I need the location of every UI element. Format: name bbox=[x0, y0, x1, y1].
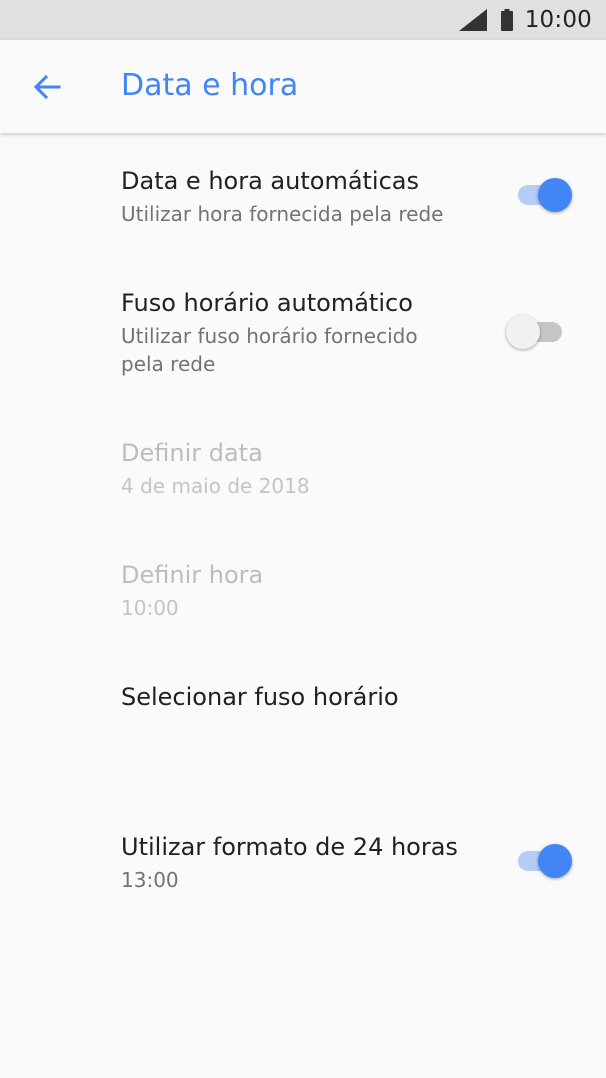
set-time-summary: 10:00 bbox=[121, 596, 179, 620]
auto-datetime-summary: Utilizar hora fornecida pela rede bbox=[121, 202, 444, 226]
select-timezone-row[interactable]: Selecionar fuso horário bbox=[0, 660, 606, 770]
auto-datetime-row[interactable]: Data e hora automáticas Utilizar hora fo… bbox=[0, 160, 606, 260]
set-date-summary: 4 de maio de 2018 bbox=[121, 474, 310, 498]
auto-timezone-row[interactable]: Fuso horário automático Utilizar fuso ho… bbox=[0, 282, 606, 402]
set-time-title: Definir hora bbox=[121, 561, 264, 589]
auto-timezone-title: Fuso horário automático bbox=[121, 289, 413, 317]
auto-timezone-switch[interactable] bbox=[506, 312, 576, 352]
arrow-back-icon bbox=[33, 74, 61, 100]
switch-thumb bbox=[506, 315, 540, 349]
use-24h-switch[interactable] bbox=[506, 841, 576, 881]
use-24h-title: Utilizar formato de 24 horas bbox=[121, 833, 458, 861]
auto-datetime-switch[interactable] bbox=[506, 175, 576, 215]
status-time: 10:00 bbox=[524, 7, 592, 33]
switch-thumb bbox=[538, 844, 572, 878]
set-date-row: Definir data 4 de maio de 2018 bbox=[0, 432, 606, 512]
auto-datetime-title: Data e hora automáticas bbox=[121, 167, 420, 195]
set-time-row: Definir hora 10:00 bbox=[0, 554, 606, 634]
use-24h-row[interactable]: Utilizar formato de 24 horas 13:00 bbox=[0, 826, 606, 926]
use-24h-summary: 13:00 bbox=[121, 868, 179, 892]
auto-timezone-summary: Utilizar fuso horário fornecido pela red… bbox=[121, 324, 418, 376]
switch-thumb bbox=[538, 178, 572, 212]
set-date-title: Definir data bbox=[121, 439, 263, 467]
battery-icon bbox=[500, 9, 513, 31]
status-bar: 10:00 bbox=[0, 0, 606, 40]
page-title: Data e hora bbox=[121, 68, 299, 103]
select-timezone-title: Selecionar fuso horário bbox=[121, 683, 399, 711]
status-icons: 10:00 bbox=[458, 0, 592, 40]
app-bar: Data e hora bbox=[0, 40, 606, 133]
back-button[interactable] bbox=[22, 62, 72, 112]
signal-icon bbox=[458, 9, 487, 31]
